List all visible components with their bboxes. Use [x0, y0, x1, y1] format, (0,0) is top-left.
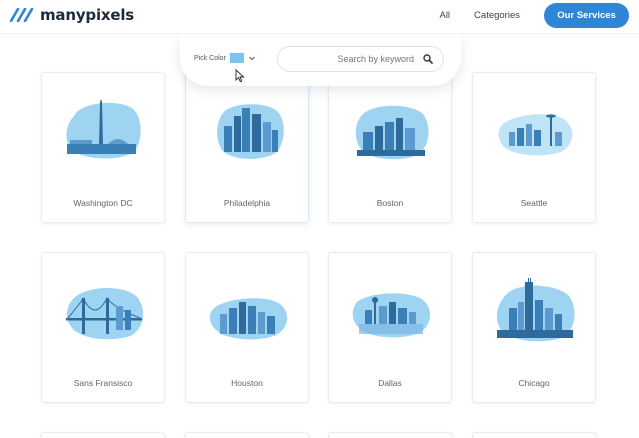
city-card[interactable]: Dallas: [328, 252, 452, 403]
city-name: Houston: [231, 378, 263, 388]
brand-logo[interactable]: manypixels: [10, 6, 134, 24]
city-name: Sans Fransisco: [73, 378, 133, 388]
san-francisco-illustration: [66, 287, 144, 340]
city-card[interactable]: Boston: [328, 72, 452, 223]
city-name: Seattle: [520, 198, 548, 208]
city-card[interactable]: Sans Fransisco: [41, 252, 165, 403]
pick-color-dropdown[interactable]: Pick Color: [194, 53, 256, 63]
filter-bar: Pick Color Search by keyword: [180, 34, 461, 86]
city-card[interactable]: Houston: [185, 252, 309, 403]
city-card[interactable]: [185, 432, 309, 438]
nav-categories-link[interactable]: Categories: [474, 10, 520, 21]
our-services-button[interactable]: Our Services: [544, 2, 629, 28]
seattle-illustration: [498, 114, 573, 156]
city-card[interactable]: Philadelphia: [185, 72, 309, 223]
main-nav: All Categories Our Services: [439, 0, 639, 30]
logo-stripes-icon: [10, 8, 34, 22]
mouse-cursor-icon: [235, 69, 245, 83]
chevron-down-icon: [249, 56, 255, 61]
city-name: Dallas: [378, 378, 402, 388]
city-card[interactable]: [472, 432, 596, 438]
boston-illustration: [355, 105, 429, 160]
dallas-illustration: [352, 293, 431, 338]
city-name: Chicago: [518, 378, 550, 388]
search-icon[interactable]: [423, 54, 433, 64]
city-card[interactable]: Chicago: [472, 252, 596, 403]
philadelphia-illustration: [217, 104, 284, 159]
search-input[interactable]: Search by keyword: [277, 46, 444, 72]
pick-color-label: Pick Color: [194, 54, 226, 62]
search-placeholder: Search by keyword: [337, 54, 414, 64]
nav-all-link[interactable]: All: [439, 10, 450, 21]
city-card[interactable]: Seattle: [472, 72, 596, 223]
brand-name: manypixels: [40, 6, 135, 24]
houston-illustration: [209, 298, 288, 340]
top-navigation-bar: manypixels All Categories Our Services: [0, 0, 639, 34]
city-card[interactable]: [328, 432, 452, 438]
city-card[interactable]: Washington DC: [41, 72, 165, 223]
city-card[interactable]: [41, 432, 165, 438]
color-swatch: [229, 53, 244, 63]
city-name: Philadelphia: [223, 198, 271, 208]
city-name: Washington DC: [73, 198, 133, 208]
city-name: Boston: [376, 198, 404, 208]
washington-dc-illustration: [66, 99, 141, 159]
chicago-illustration: [496, 278, 575, 342]
